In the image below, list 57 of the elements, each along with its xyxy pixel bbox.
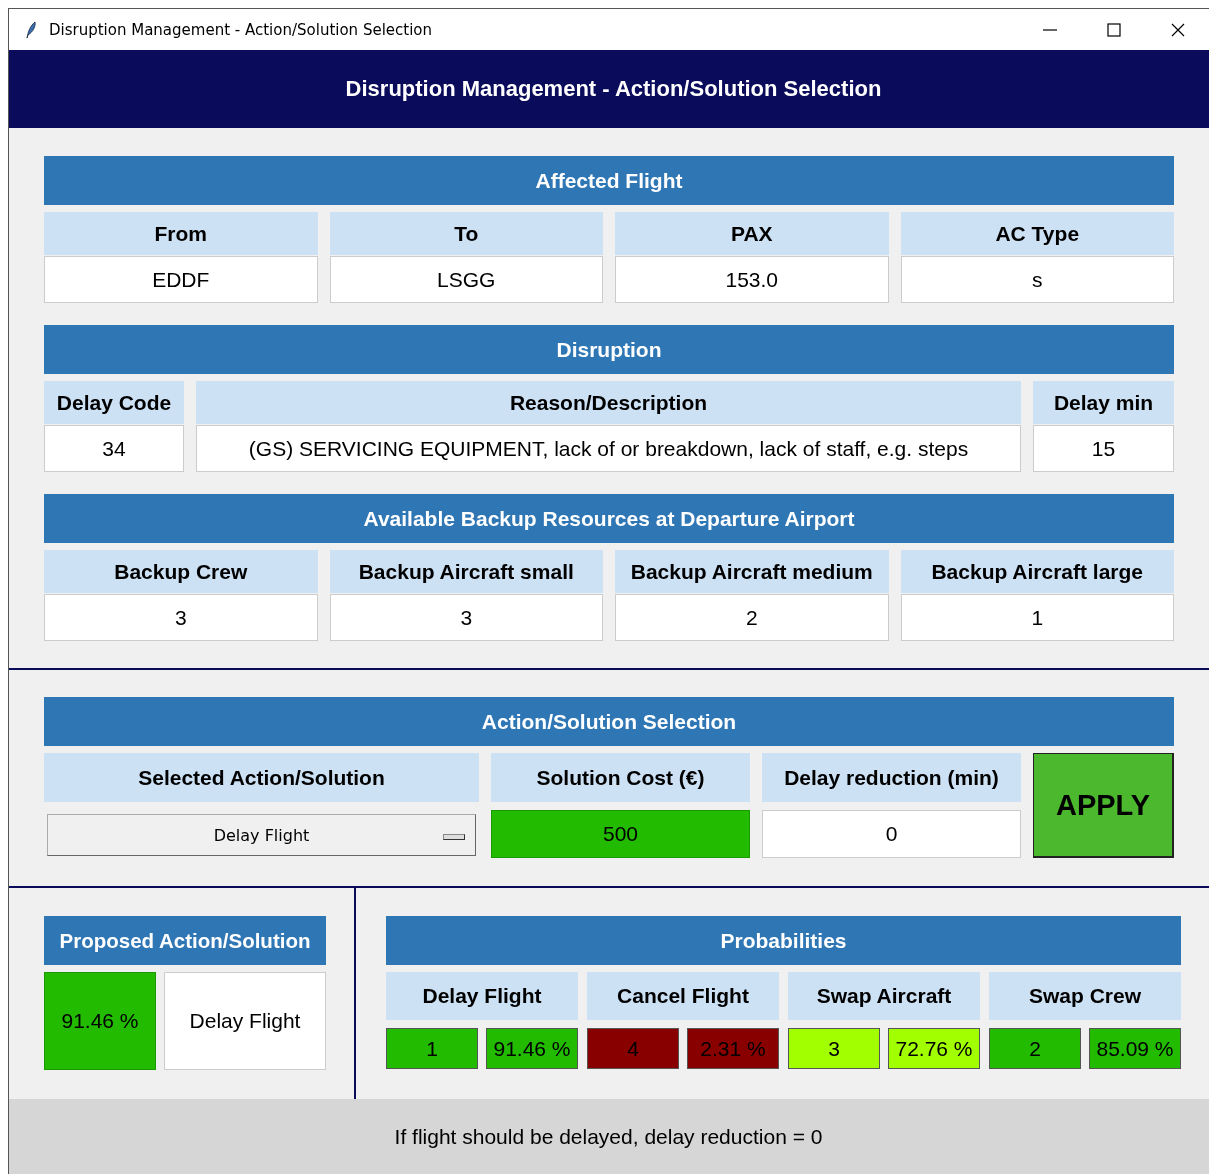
apply-button[interactable]: APPLY	[1033, 753, 1174, 858]
rank-cell: 1	[386, 1028, 478, 1069]
field-value: (GS) SERVICING EQUIPMENT, lack of or breakdown, lack of staff, e.g. steps	[196, 425, 1021, 472]
rank-cell: 2	[989, 1028, 1081, 1069]
field-label: Backup Crew	[44, 550, 318, 593]
proposed-action: Delay Flight	[164, 972, 326, 1070]
field-label: Delay Code	[44, 381, 184, 424]
field-value: 15	[1033, 425, 1174, 472]
minimize-icon	[1042, 28, 1058, 31]
close-icon	[1170, 21, 1186, 38]
section-header: Available Backup Resources at Departure Airport	[44, 494, 1174, 543]
field-value: 2	[615, 594, 889, 641]
percent-cell: 2.31 %	[687, 1028, 779, 1069]
window-title: Disruption Management - Action/Solution Selection	[49, 20, 433, 39]
percent-cell: 91.46 %	[486, 1028, 578, 1069]
field-label: Cancel Flight	[587, 972, 779, 1020]
field-value: EDDF	[44, 256, 318, 303]
percent-cell: 72.76 %	[888, 1028, 980, 1069]
field-value: 3	[44, 594, 318, 641]
feather-icon	[25, 20, 37, 39]
field-label: Backup Aircraft large	[900, 550, 1174, 593]
delay-reduction-field[interactable]: 0	[762, 810, 1021, 858]
section-header: Probabilities	[386, 916, 1181, 965]
action-dropdown[interactable]: Delay Flight	[47, 814, 476, 856]
maximize-icon	[1106, 21, 1122, 38]
field-value: 1	[900, 594, 1174, 641]
rank-cell: 3	[788, 1028, 880, 1069]
field-label: Reason/Description	[196, 381, 1021, 424]
field-value: 153.0	[615, 256, 889, 303]
field-label: To	[329, 212, 603, 255]
field-label: Selected Action/Solution	[44, 753, 479, 802]
field-label: Solution Cost (€)	[491, 753, 750, 802]
field-label: Delay min	[1033, 381, 1174, 424]
field-value: LSGG	[329, 256, 603, 303]
section-header: Disruption	[44, 325, 1174, 374]
field-label: Delay reduction (min)	[762, 753, 1021, 802]
field-label: Backup Aircraft small	[329, 550, 603, 593]
proposed-percent: 91.46 %	[44, 972, 156, 1070]
percent-cell: 85.09 %	[1089, 1028, 1181, 1069]
field-label: PAX	[615, 212, 889, 255]
section-header: Affected Flight	[44, 156, 1174, 205]
cost-value: 500	[491, 810, 750, 858]
field-label: AC Type	[900, 212, 1174, 255]
rank-cell: 4	[587, 1028, 679, 1069]
app-title: Disruption Management - Action/Solution Selection	[345, 76, 882, 102]
field-label: Backup Aircraft medium	[615, 550, 889, 593]
field-label: Swap Crew	[989, 972, 1181, 1020]
field-value: 34	[44, 425, 184, 472]
dropdown-indicator-icon	[443, 834, 465, 840]
field-label: Delay Flight	[386, 972, 578, 1020]
section-header: Proposed Action/Solution	[44, 916, 326, 965]
field-value: 3	[329, 594, 603, 641]
field-label: Swap Aircraft	[788, 972, 980, 1020]
field-label: From	[44, 212, 318, 255]
section-header: Action/Solution Selection	[44, 697, 1174, 746]
field-value: s	[900, 256, 1174, 303]
status-text: If flight should be delayed, delay reduction = 0	[394, 1124, 823, 1149]
